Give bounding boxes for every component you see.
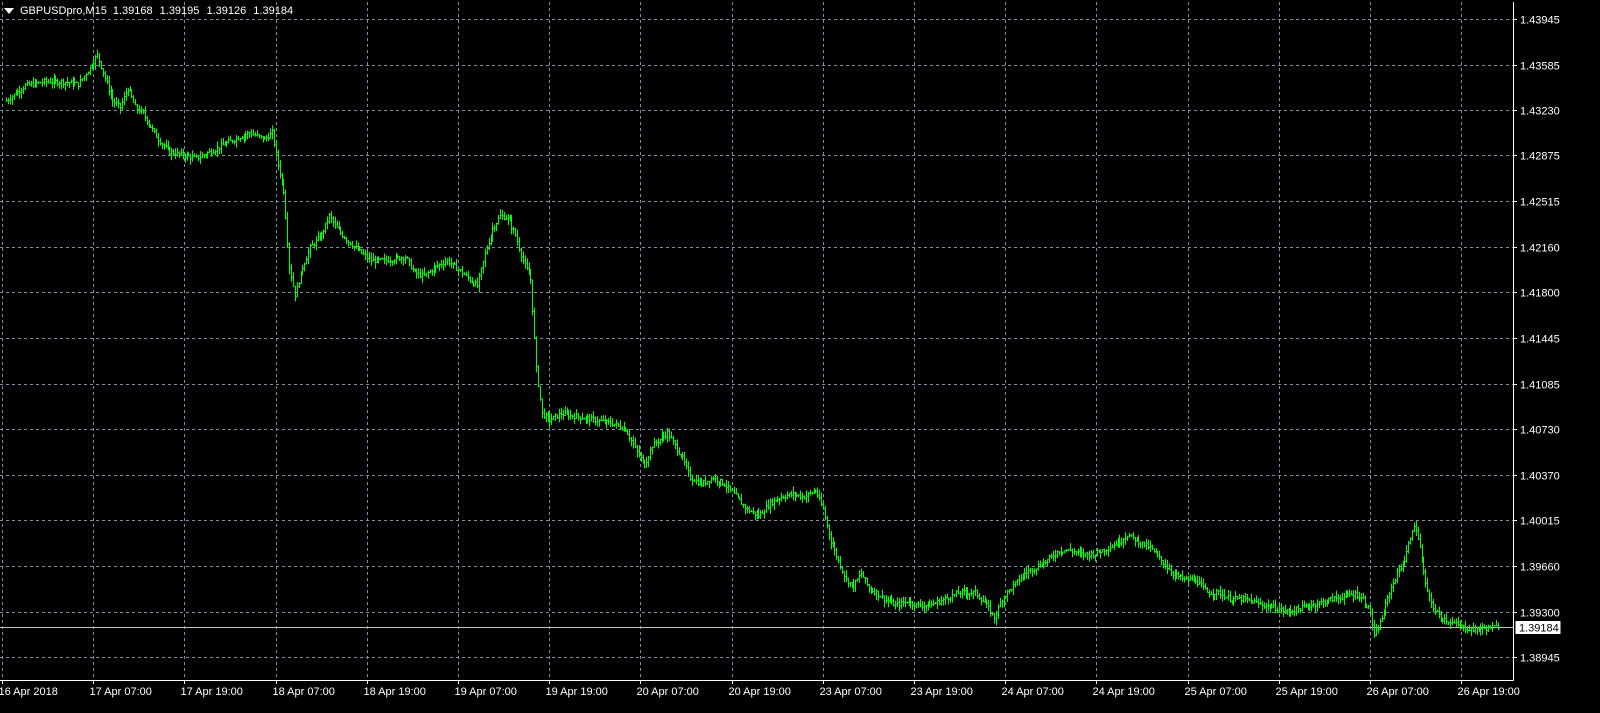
price-chart[interactable]: 1.43945 1.43585 1.43230 1.42875 1.42515 1.421… [0, 0, 1600, 713]
y-tick-label: 1.42160 [1520, 243, 1560, 255]
close-value: 1.39184 [253, 5, 294, 17]
y-tick-label: 1.39660 [1520, 562, 1560, 574]
x-tick-label: 17 Apr 19:00 [181, 686, 243, 698]
y-tick-label: 1.42515 [1520, 197, 1560, 209]
high-value: 1.39195 [159, 5, 200, 17]
low-value: 1.39126 [206, 5, 247, 17]
triangle-down-icon[interactable] [4, 8, 14, 14]
open-value: 1.39168 [112, 5, 153, 17]
x-tick-label: 16 Apr 2018 [0, 686, 58, 698]
ohlc-values: 1.39168 1.39195 1.39126 1.39184 [113, 4, 297, 18]
chart-background [0, 0, 1600, 713]
x-tick-label: 18 Apr 07:00 [273, 686, 335, 698]
y-tick-label: 1.41085 [1520, 380, 1560, 392]
x-tick-label: 19 Apr 07:00 [455, 686, 517, 698]
x-tick-label: 26 Apr 19:00 [1458, 686, 1520, 698]
x-tick-label: 24 Apr 07:00 [1002, 686, 1064, 698]
price-axis[interactable]: 1.43945 1.43585 1.43230 1.42875 1.42515 1.421… [1513, 15, 1562, 665]
y-tick-label: 1.41445 [1520, 334, 1560, 346]
x-tick-label: 20 Apr 07:00 [637, 686, 699, 698]
x-tick-label: 23 Apr 19:00 [911, 686, 973, 698]
y-tick-label: 1.40730 [1520, 425, 1560, 437]
y-tick-label: 1.39300 [1520, 608, 1560, 620]
y-tick-label: 1.43585 [1520, 61, 1560, 73]
x-tick-label: 25 Apr 07:00 [1185, 686, 1247, 698]
y-tick-label: 1.42875 [1520, 151, 1560, 163]
x-tick-label: 19 Apr 19:00 [546, 686, 608, 698]
current-price-marker: 1.39184 [1514, 620, 1562, 635]
symbol-timeframe-label: GBPUSDpro,M15 [20, 5, 107, 17]
chart-header: GBPUSDpro,M15 1.39168 1.39195 1.39126 1.… [4, 4, 297, 18]
current-price-label: 1.39184 [1519, 623, 1559, 635]
y-tick-label: 1.40370 [1520, 471, 1560, 483]
chart-canvas[interactable]: 1.43945 1.43585 1.43230 1.42875 1.42515 1.421… [0, 0, 1600, 713]
x-tick-label: 18 Apr 19:00 [364, 686, 426, 698]
x-tick-label: 24 Apr 19:00 [1093, 686, 1155, 698]
x-tick-label: 26 Apr 07:00 [1367, 686, 1429, 698]
y-tick-label: 1.40015 [1520, 516, 1560, 528]
x-tick-label: 17 Apr 07:00 [90, 686, 152, 698]
y-tick-label: 1.38945 [1520, 653, 1560, 665]
y-tick-label: 1.43945 [1520, 15, 1560, 27]
y-tick-label: 1.43230 [1520, 106, 1560, 118]
x-tick-label: 25 Apr 19:00 [1276, 686, 1338, 698]
y-tick-label: 1.41800 [1520, 288, 1560, 300]
x-tick-label: 23 Apr 07:00 [820, 686, 882, 698]
x-tick-label: 20 Apr 19:00 [729, 686, 791, 698]
